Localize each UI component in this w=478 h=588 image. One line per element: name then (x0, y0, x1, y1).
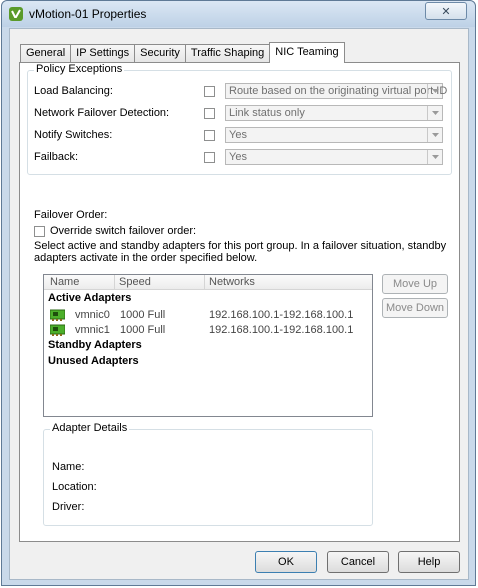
failover-detection-label: Network Failover Detection: (34, 107, 170, 119)
column-divider (114, 275, 115, 290)
override-failover-checkbox[interactable] (34, 226, 45, 237)
adapter-speed: 1000 Full (120, 309, 166, 321)
close-icon: ✕ (441, 5, 451, 18)
notify-switches-select[interactable]: Yes (225, 127, 443, 143)
failover-detection-value: Link status only (229, 107, 305, 119)
notify-switches-checkbox[interactable] (204, 130, 215, 141)
network-adapter-icon (50, 309, 65, 321)
tab-security[interactable]: Security (134, 44, 186, 62)
tab-ip-settings[interactable]: IP Settings (70, 44, 136, 62)
failover-detection-select[interactable]: Link status only (225, 105, 443, 121)
ok-button[interactable]: OK (255, 551, 317, 573)
load-balancing-checkbox[interactable] (204, 86, 215, 97)
close-button[interactable]: ✕ (425, 2, 467, 20)
column-header-networks[interactable]: Networks (209, 276, 255, 290)
failback-value: Yes (229, 151, 247, 163)
title-bar[interactable]: vMotion-01 Properties ✕ (2, 1, 475, 27)
properties-window: vMotion-01 Properties ✕ General IP Setti… (1, 0, 476, 586)
load-balancing-value: Route based on the originating virtual p… (229, 85, 448, 97)
chevron-down-icon (427, 84, 442, 98)
detail-name-label: Name: (52, 461, 85, 473)
adapter-details-label: Adapter Details (50, 422, 130, 434)
active-adapters-heading: Active Adapters (48, 292, 132, 304)
tab-general[interactable]: General (20, 44, 72, 62)
tab-traffic-shaping[interactable]: Traffic Shaping (184, 44, 271, 62)
column-header-name[interactable]: Name (50, 276, 79, 290)
chevron-down-icon (427, 106, 442, 120)
notify-switches-label: Notify Switches: (34, 129, 113, 141)
network-adapter-icon (50, 324, 65, 336)
override-failover-label: Override switch failover order: (50, 225, 197, 237)
detail-driver-label: Driver: (52, 501, 85, 513)
table-row[interactable]: vmnic0 1000 Full 192.168.100.1-192.168.1… (44, 308, 372, 323)
tab-strip: General IP Settings Security Traffic Sha… (20, 42, 345, 63)
nic-teaming-panel: Policy Exceptions Load Balancing: Route … (19, 62, 460, 542)
failback-label: Failback: (34, 151, 79, 163)
window-title: vMotion-01 Properties (29, 7, 147, 21)
table-row[interactable]: vmnic1 1000 Full 192.168.100.1-192.168.1… (44, 323, 372, 338)
adapter-details-group: Adapter Details (43, 422, 373, 526)
unused-adapters-heading: Unused Adapters (48, 355, 139, 367)
load-balancing-label: Load Balancing: (34, 85, 113, 97)
notify-switches-value: Yes (229, 129, 247, 141)
tab-nic-teaming[interactable]: NIC Teaming (269, 42, 345, 63)
chevron-down-icon (427, 150, 442, 164)
cancel-button[interactable]: Cancel (327, 551, 389, 573)
column-header-speed[interactable]: Speed (119, 276, 151, 290)
chevron-down-icon (427, 128, 442, 142)
adapter-speed: 1000 Full (120, 324, 166, 336)
column-divider (204, 275, 205, 290)
failback-select[interactable]: Yes (225, 149, 443, 165)
dialog-client-area: General IP Settings Security Traffic Sha… (9, 28, 469, 580)
adapter-name: vmnic0 (75, 309, 110, 321)
failover-description-line1: Select active and standby adapters for t… (34, 240, 447, 252)
move-up-button[interactable]: Move Up (382, 274, 448, 294)
help-button[interactable]: Help (398, 551, 460, 573)
move-down-button[interactable]: Move Down (382, 298, 448, 318)
list-header: Name Speed Networks (44, 275, 372, 290)
policy-exceptions-label: Policy Exceptions (34, 63, 125, 75)
adapter-name: vmnic1 (75, 324, 110, 336)
detail-location-label: Location: (52, 481, 97, 493)
load-balancing-select[interactable]: Route based on the originating virtual p… (225, 83, 447, 99)
adapter-networks: 192.168.100.1-192.168.100.1 (209, 324, 354, 336)
failover-detection-checkbox[interactable] (204, 108, 215, 119)
adapter-networks: 192.168.100.1-192.168.100.1 (209, 309, 354, 321)
adapter-order-list[interactable]: Name Speed Networks Active Adapters vmni… (43, 274, 373, 417)
vsphere-app-icon (9, 7, 23, 21)
standby-adapters-heading: Standby Adapters (48, 339, 142, 351)
failover-order-heading: Failover Order: (34, 209, 108, 221)
failover-description-line2: adapters activate in the order specified… (34, 252, 258, 264)
failback-checkbox[interactable] (204, 152, 215, 163)
